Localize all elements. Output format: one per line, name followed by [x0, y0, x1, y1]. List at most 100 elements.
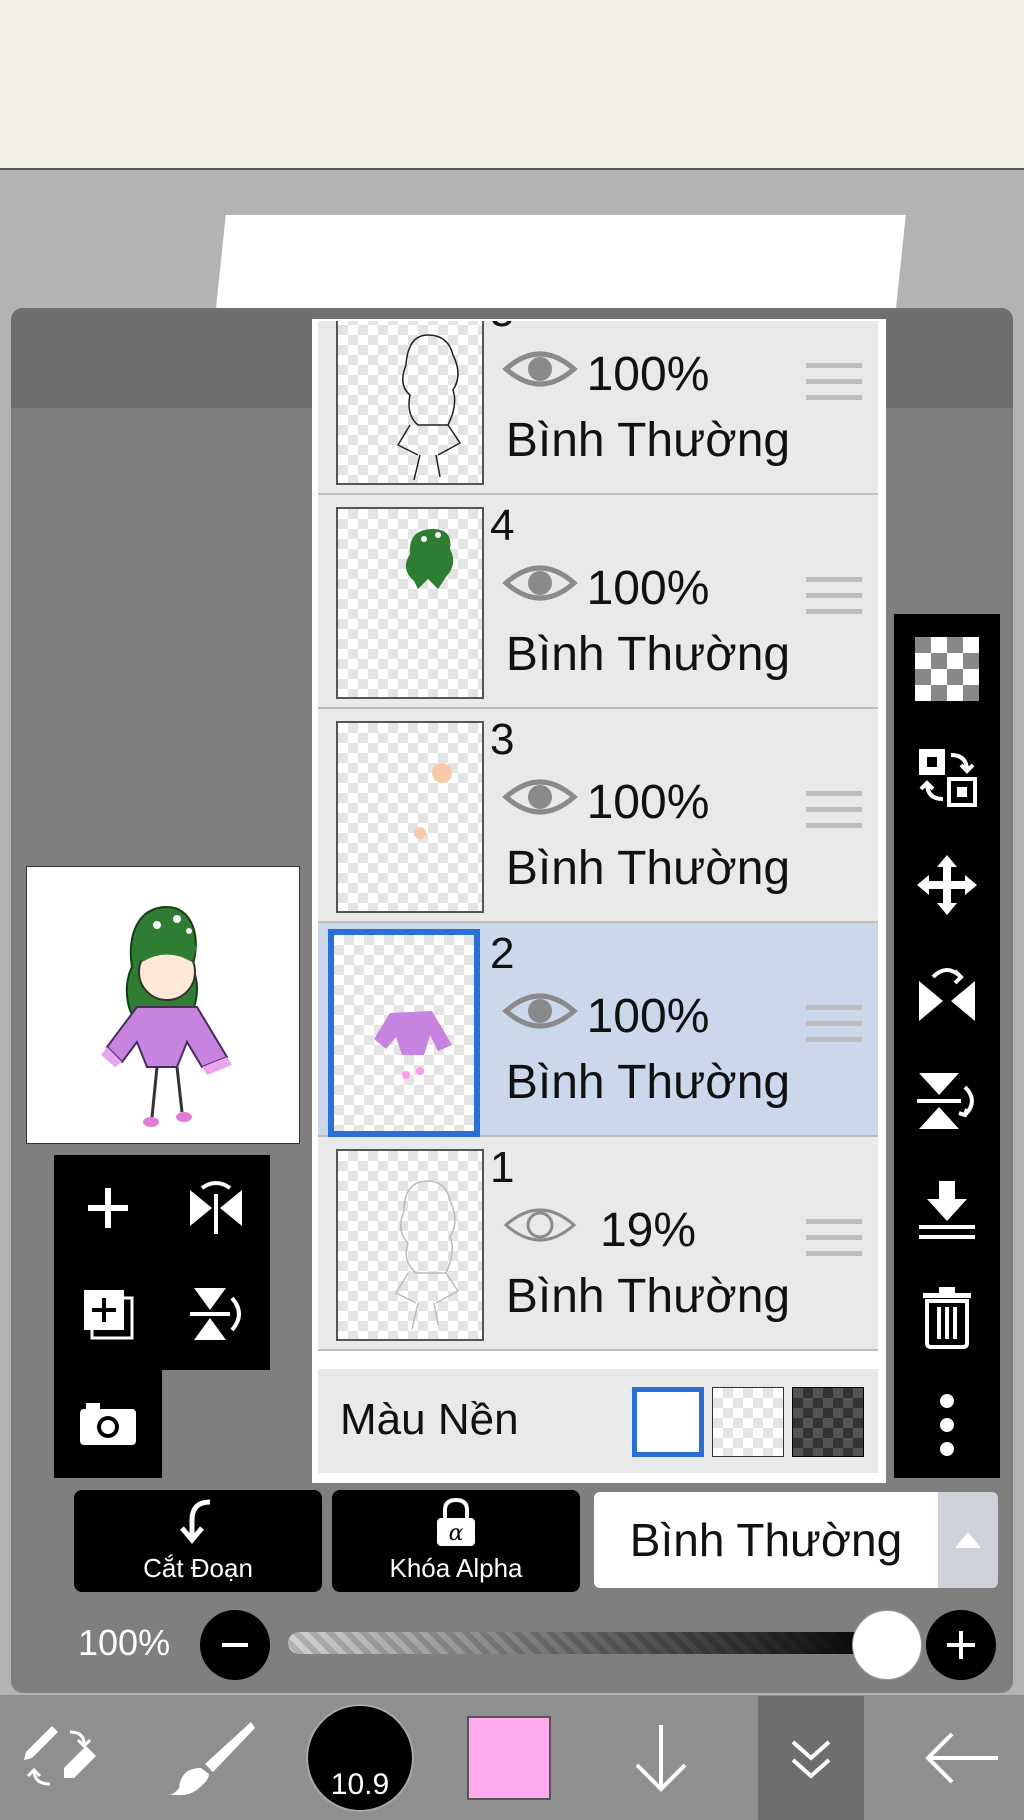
brush-size-indicator: 10.9 — [306, 1704, 414, 1812]
lineart-thumbnail-image — [396, 334, 462, 481]
duplicate-layer-button[interactable] — [54, 1261, 162, 1367]
brush-size-value: 10.9 — [330, 1768, 390, 1801]
brush-tool-button[interactable] — [150, 1696, 270, 1820]
left-toolbar-bottom — [54, 1368, 162, 1478]
layer-row-3[interactable]: 3 100% Bình Thường — [318, 709, 878, 923]
tool-switch-button[interactable] — [0, 1696, 120, 1820]
drag-handle-icon[interactable] — [806, 789, 862, 833]
svg-text:α: α — [449, 1521, 464, 1546]
canvas-preview[interactable] — [26, 866, 300, 1144]
hair-thumbnail-image — [405, 529, 454, 589]
opacity-slider-track[interactable] — [288, 1632, 888, 1654]
layer-blend-mode: Bình Thường — [505, 628, 791, 681]
checkerboard-icon — [915, 637, 979, 701]
flip-horizontal-button[interactable] — [162, 1155, 270, 1261]
flip-vertical-icon — [917, 1073, 974, 1129]
swap-icon — [919, 749, 977, 807]
flip-horizontal-icon — [190, 1181, 242, 1234]
flip-layer-horizontal-button[interactable] — [894, 938, 1000, 1048]
opacity-slider-knob[interactable] — [852, 1610, 922, 1680]
layer-thumbnail — [328, 929, 480, 1137]
opacity-decrease-button[interactable] — [200, 1610, 270, 1680]
layer-row-4[interactable]: 4 100% Bình Thường — [318, 495, 878, 709]
trash-icon — [923, 1287, 971, 1349]
background-transparent-swatch[interactable] — [712, 1387, 784, 1457]
top-bar — [0, 0, 1024, 170]
layer-thumbnail — [336, 721, 484, 913]
opacity-increase-button[interactable] — [926, 1610, 996, 1680]
arrow-down-icon — [635, 1725, 687, 1792]
merge-down-button[interactable] — [894, 1154, 1000, 1264]
layer-blend-mode: Bình Thường — [505, 1270, 791, 1323]
merge-down-icon — [919, 1181, 975, 1239]
swap-layer-button[interactable] — [894, 722, 1000, 832]
layer-blend-mode: Bình Thường — [505, 842, 791, 895]
duplicate-layer-icon — [84, 1290, 134, 1340]
more-options-button[interactable] — [894, 1370, 1000, 1480]
plus-icon — [88, 1188, 128, 1228]
move-button[interactable] — [894, 830, 1000, 940]
flip-layer-vertical-button[interactable] — [894, 1046, 1000, 1156]
camera-button[interactable] — [54, 1370, 162, 1476]
plus-icon — [947, 1631, 975, 1659]
alpha-lock-label: Khóa Alpha — [389, 1553, 523, 1583]
character-preview-image — [101, 905, 232, 1127]
add-layer-button[interactable] — [54, 1155, 162, 1261]
layer-number: 3 — [490, 715, 515, 764]
double-chevron-down-icon — [791, 1740, 831, 1779]
layer-opacity: 100% — [586, 990, 710, 1043]
layer-number: 1 — [490, 1143, 515, 1192]
move-arrows-icon — [917, 855, 977, 915]
drag-handle-icon[interactable] — [806, 1003, 862, 1047]
layer-thumbnail — [336, 1149, 484, 1341]
layer-thumbnail — [336, 507, 484, 699]
layers-list: 5 100% Bình Thường 4 100% Bình Thường — [312, 319, 886, 1483]
layer-opacity: 100% — [586, 562, 710, 615]
color-button[interactable] — [456, 1696, 562, 1820]
background-white-swatch[interactable] — [632, 1387, 704, 1457]
back-button[interactable] — [900, 1696, 1024, 1820]
drag-handle-icon[interactable] — [806, 575, 862, 619]
layer-number: 2 — [490, 929, 515, 978]
left-toolbar — [54, 1155, 270, 1370]
delete-layer-button[interactable] — [894, 1262, 1000, 1372]
bottom-toolbar: 10.9 — [0, 1696, 1024, 1820]
arrow-left-icon — [925, 1732, 998, 1784]
layer-row-2[interactable]: 2 100% Bình Thường — [318, 923, 878, 1137]
layer-opacity-value: 100% — [78, 1622, 171, 1663]
scroll-down-button[interactable] — [606, 1696, 716, 1820]
layer-number: 5 — [490, 321, 514, 337]
camera-icon — [80, 1403, 136, 1445]
blend-mode-select[interactable]: Bình Thường — [594, 1492, 938, 1588]
minus-icon — [222, 1643, 248, 1647]
layer-blend-mode: Bình Thường — [505, 1056, 791, 1109]
clipping-button[interactable]: Cắt Đoạn — [74, 1490, 322, 1592]
alpha-lock-icon: α — [437, 1497, 475, 1546]
sketch-thumbnail-image — [394, 1180, 460, 1330]
layer-opacity: 100% — [586, 776, 710, 829]
more-vertical-icon — [940, 1394, 954, 1456]
layer-panel-toggle-button[interactable] — [758, 1696, 864, 1820]
background-dark-checker-swatch[interactable] — [792, 1387, 864, 1457]
blend-mode-dropdown-button[interactable] — [938, 1492, 998, 1588]
triangle-up-icon — [955, 1532, 981, 1548]
right-toolbar — [894, 614, 1000, 1478]
alpha-lock-button[interactable]: α Khóa Alpha — [332, 1490, 580, 1592]
flip-vertical-button[interactable] — [162, 1261, 270, 1367]
transparency-button[interactable] — [894, 614, 1000, 724]
skin-thumbnail-image — [414, 763, 452, 839]
drag-handle-icon[interactable] — [806, 1217, 862, 1261]
layer-opacity: 100% — [586, 348, 710, 401]
brush-size-button[interactable]: 10.9 — [300, 1696, 420, 1820]
clipping-label: Cắt Đoạn — [143, 1553, 253, 1583]
flip-horizontal-icon — [919, 968, 975, 1021]
background-color-row: Màu Nền — [318, 1369, 878, 1473]
layer-thumbnail — [336, 321, 484, 485]
background-color-label: Màu Nền — [340, 1395, 519, 1444]
layer-row-1[interactable]: 1 19% Bình Thường — [318, 1137, 878, 1351]
layer-row-5[interactable]: 5 100% Bình Thường — [318, 321, 878, 495]
drag-handle-icon[interactable] — [806, 361, 862, 405]
flip-vertical-icon — [190, 1288, 241, 1340]
clothes-thumbnail-image — [374, 1011, 452, 1079]
brush-icon — [167, 1722, 255, 1796]
